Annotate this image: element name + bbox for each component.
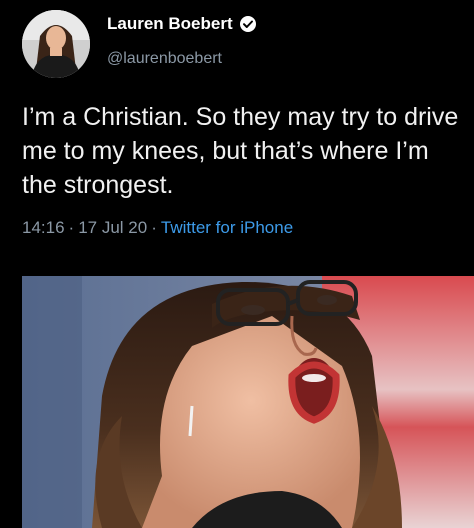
tweet-date[interactable]: 17 Jul 20 (78, 218, 147, 237)
author-handle[interactable]: @laurenboebert (107, 50, 222, 68)
tweet-source-link[interactable]: Twitter for iPhone (161, 218, 293, 237)
tweet-card: Lauren Boebert @laurenboebert I’m a Chri… (0, 0, 474, 276)
meta-separator: · (68, 218, 75, 237)
photo-image (22, 276, 474, 528)
attached-photo[interactable] (22, 276, 474, 528)
avatar-image (22, 10, 90, 78)
author-name-row: Lauren Boebert (107, 14, 257, 34)
tweet-text: I’m a Christian. So they may try to driv… (22, 103, 459, 199)
tweet-meta: 14:16 · 17 Jul 20 · Twitter for iPhone (22, 218, 293, 238)
verified-badge-icon (239, 15, 257, 33)
avatar[interactable] (22, 10, 90, 78)
tweet-time[interactable]: 14:16 (22, 218, 65, 237)
meta-separator: · (151, 218, 157, 237)
author-display-name[interactable]: Lauren Boebert (107, 14, 233, 34)
